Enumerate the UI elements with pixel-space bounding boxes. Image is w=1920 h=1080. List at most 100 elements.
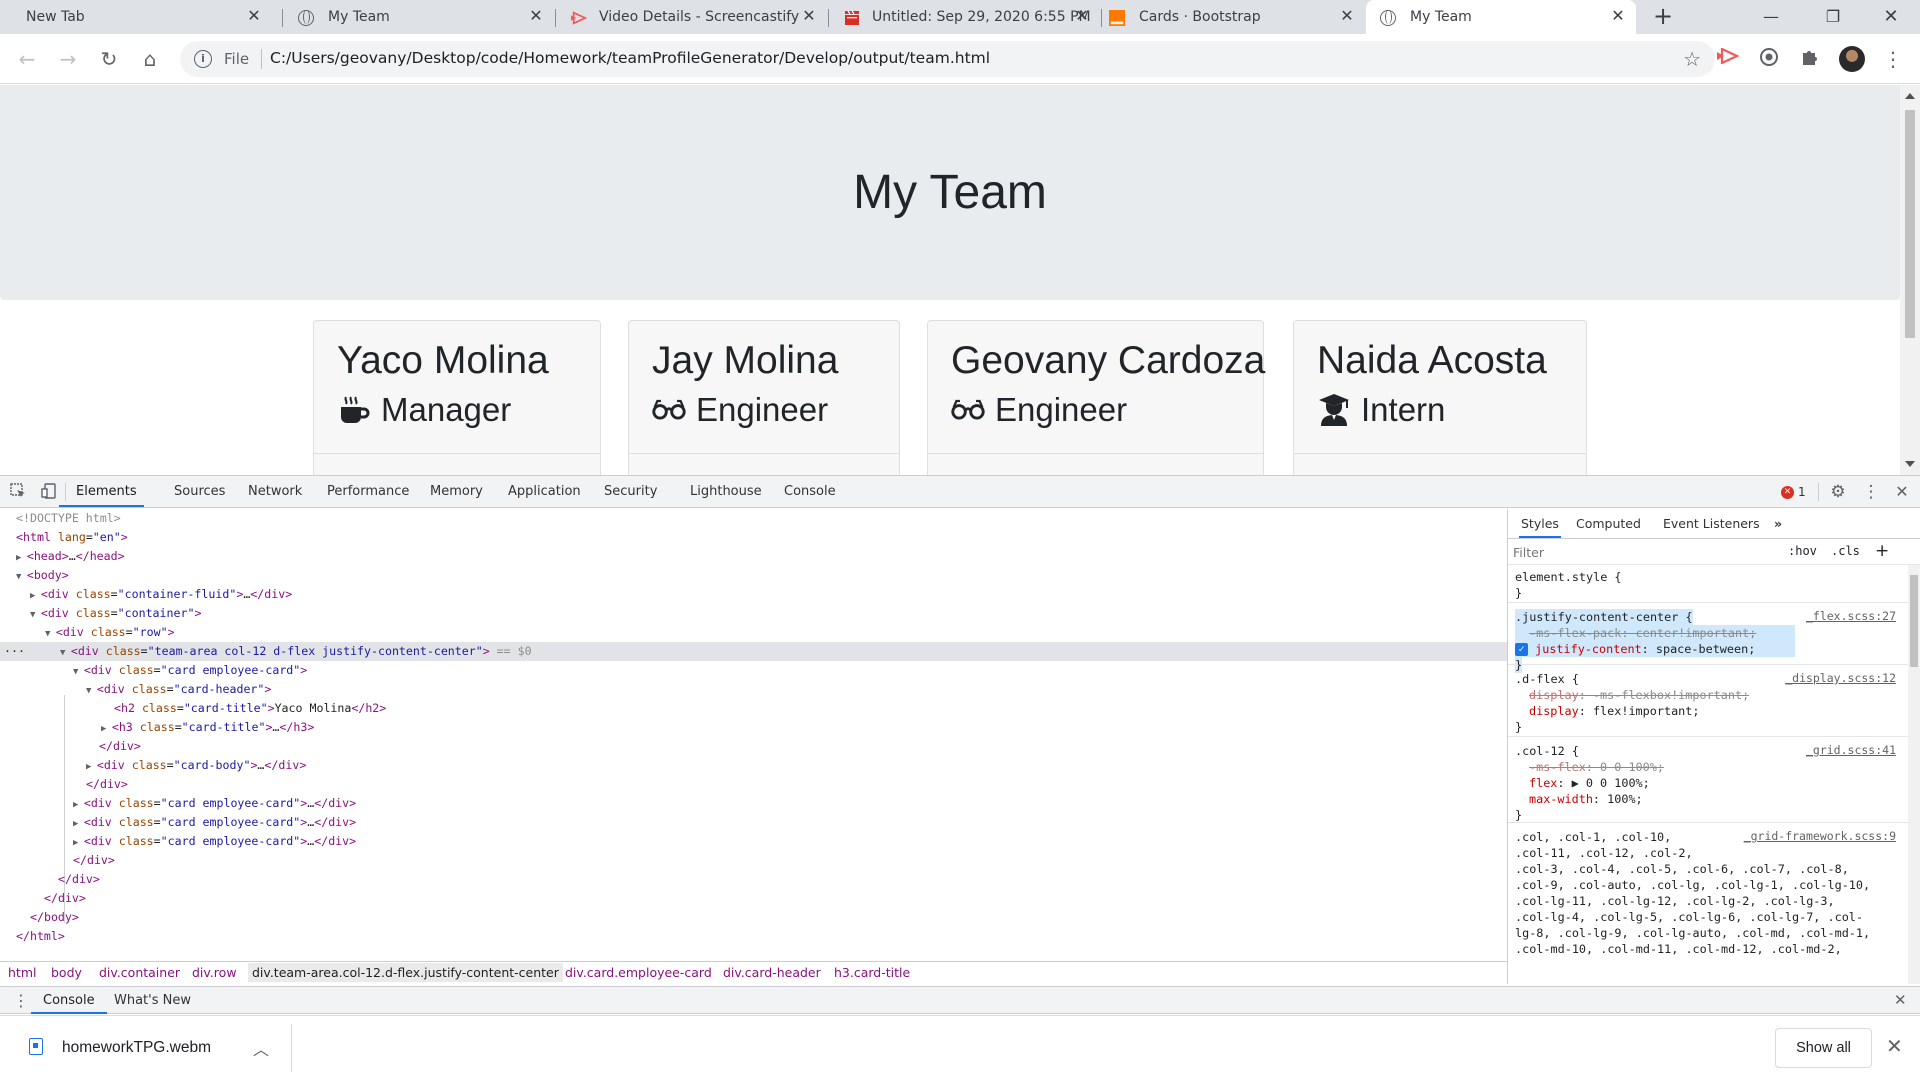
menu-kebab-icon[interactable]: ⋮	[1881, 47, 1905, 71]
chevron-up-icon[interactable]: ︿	[253, 1036, 269, 1060]
declaration-struck[interactable]: -ms-flex-pack: center!important;	[1515, 625, 1795, 641]
hover-state-toggle[interactable]: :hov	[1788, 544, 1817, 558]
styles-filter-input[interactable]	[1513, 543, 1778, 561]
declaration-justify-content[interactable]: ✓ justify-content: space-between;	[1515, 641, 1795, 657]
minimize-button[interactable]: —	[1748, 0, 1794, 34]
tab-video-details[interactable]: Video Details - Screencastify ✕	[557, 0, 827, 34]
back-button[interactable]: ←	[15, 47, 39, 71]
tab-computed[interactable]: Computed	[1576, 509, 1641, 538]
styles-scrollbar[interactable]	[1908, 565, 1920, 984]
breadcrumb-item[interactable]: div.card.employee-card	[565, 965, 712, 980]
dom-line-h2[interactable]: <h2 class="card-title">Yaco Molina</h2>	[114, 699, 1621, 718]
rule-selector-line[interactable]: .col-lg-4, .col-lg-5, .col-lg-6, .col-lg…	[1515, 909, 1863, 925]
tab-performance[interactable]: Performance	[327, 476, 409, 507]
dom-line-close-div[interactable]: </div>	[58, 870, 1565, 889]
dom-line-card-1[interactable]: ▼ <div class="card employee-card">	[73, 661, 1580, 680]
tab-console[interactable]: Console	[784, 476, 836, 507]
rule-selector-line[interactable]: .col, .col-1, .col-10,	[1515, 829, 1671, 845]
scrollbar-thumb[interactable]	[1910, 575, 1918, 667]
tab-new-tab[interactable]: New Tab ✕	[0, 0, 272, 34]
close-icon[interactable]: ✕	[1074, 8, 1090, 24]
dom-line-close-div[interactable]: </div>	[73, 851, 1580, 870]
dom-line-card-body[interactable]: ▶ <div class="card-body">…</div>	[86, 756, 1593, 775]
breadcrumb-item[interactable]: html	[8, 965, 36, 980]
rule-selector-line[interactable]: .col-11, .col-12, .col-2,	[1515, 845, 1693, 861]
breadcrumb-item[interactable]: div.container	[99, 965, 180, 980]
tab-my-team-active[interactable]: My Team ✕	[1366, 0, 1636, 34]
checkbox-checked-icon[interactable]: ✓	[1515, 643, 1528, 656]
tab-styles[interactable]: Styles	[1519, 509, 1561, 538]
maximize-button[interactable]: ❐	[1810, 0, 1856, 34]
tab-sources[interactable]: Sources	[174, 476, 225, 507]
reload-button[interactable]: ↻	[97, 47, 121, 71]
tab-lighthouse[interactable]: Lighthouse	[690, 476, 762, 507]
screencastify-extension-icon[interactable]	[1716, 47, 1740, 71]
declaration-flex[interactable]: flex: ▶ 0 0 100%;	[1529, 775, 1650, 791]
rule-source-link[interactable]: _grid-framework.scss:9	[1744, 829, 1896, 843]
download-shelf-close-icon[interactable]: ✕	[1886, 1034, 1903, 1058]
rule-selector[interactable]: .justify-content-center {	[1515, 609, 1693, 625]
download-filename[interactable]: homeworkTPG.webm	[62, 1039, 211, 1057]
devtools-menu-kebab-icon[interactable]: ⋮	[1862, 483, 1880, 501]
rule-source-link[interactable]: _display.scss:12	[1785, 671, 1896, 685]
info-icon[interactable]: i	[194, 50, 212, 68]
scroll-down-arrow[interactable]	[1905, 461, 1915, 467]
close-icon[interactable]: ✕	[1339, 8, 1355, 24]
close-icon[interactable]: ✕	[528, 8, 544, 24]
dom-line-h3[interactable]: ▶ <h3 class="card-title">…</h3>	[101, 718, 1608, 737]
dom-line-card-3[interactable]: ▶ <div class="card employee-card">…</div…	[73, 813, 1580, 832]
declaration-struck[interactable]: display: -ms-flexbox!important;	[1529, 687, 1749, 703]
dom-line-html[interactable]: <html lang="en">	[16, 528, 1523, 547]
dom-line-head[interactable]: ▶ <head>…</head>	[16, 547, 1523, 566]
dom-line-close-div[interactable]: </div>	[44, 889, 1551, 908]
tab-elements[interactable]: Elements	[59, 476, 144, 507]
drawer-menu-kebab-icon[interactable]: ⋮	[13, 991, 29, 1010]
download-item[interactable]: homeworkTPG.webm ︿	[17, 1024, 292, 1072]
rule-selector-line[interactable]: .col-lg-11, .col-lg-12, .col-lg-2, .col-…	[1515, 893, 1835, 909]
dom-line-close-html[interactable]: </html>	[16, 927, 1523, 946]
show-all-button[interactable]: Show all	[1775, 1028, 1872, 1068]
tab-application[interactable]: Application	[508, 476, 581, 507]
class-toggle[interactable]: .cls	[1831, 544, 1860, 558]
breadcrumb-item[interactable]: div.row	[192, 965, 237, 980]
rule-source-link[interactable]: _grid.scss:41	[1806, 743, 1896, 757]
dom-line-card-4[interactable]: ▶ <div class="card employee-card">…</div…	[73, 832, 1580, 851]
close-icon[interactable]: ✕	[801, 8, 817, 24]
tab-event-listeners[interactable]: Event Listeners	[1663, 509, 1760, 538]
address-bar[interactable]: i File C:/Users/geovany/Desktop/code/Hom…	[180, 41, 1715, 77]
new-tab-button[interactable]: +	[1651, 4, 1675, 29]
breadcrumb-item[interactable]: body	[51, 965, 82, 980]
profile-avatar[interactable]	[1839, 46, 1865, 72]
extensions-puzzle-icon[interactable]	[1798, 47, 1822, 71]
dom-line-close-body[interactable]: </body>	[30, 908, 1537, 927]
dom-line-card-header[interactable]: ▼ <div class="card-header">	[86, 680, 1593, 699]
dom-line-row[interactable]: ▼ <div class="row">	[45, 623, 1552, 642]
inspect-element-icon[interactable]	[9, 483, 27, 501]
dom-line-container-fluid[interactable]: ▶ <div class="container-fluid">…</div>	[30, 585, 1537, 604]
rule-selector[interactable]: .d-flex {	[1515, 671, 1579, 687]
tab-untitled[interactable]: Untitled: Sep 29, 2020 6:55 PM ✕	[830, 0, 1100, 34]
extension-circle-icon[interactable]	[1757, 47, 1781, 71]
declaration-max-width[interactable]: max-width: 100%;	[1529, 791, 1643, 807]
tab-memory[interactable]: Memory	[430, 476, 483, 507]
tab-cards-bootstrap[interactable]: Cards · Bootstrap ✕	[1103, 0, 1365, 34]
tab-network[interactable]: Network	[248, 476, 302, 507]
rule-selector-line[interactable]: .col-3, .col-4, .col-5, .col-6, .col-7, …	[1515, 861, 1849, 877]
declaration-display[interactable]: display: flex!important;	[1529, 703, 1699, 719]
error-count-badge[interactable]: ✕ 1	[1781, 485, 1806, 499]
device-toolbar-icon[interactable]	[40, 483, 58, 501]
more-tabs-chevron-icon[interactable]: »	[1774, 509, 1782, 538]
home-button[interactable]: ⌂	[138, 47, 162, 71]
rule-selector-line[interactable]: .col-md-10, .col-md-11, .col-md-12, .col…	[1515, 941, 1842, 957]
dom-line-doctype[interactable]: <!DOCTYPE html>	[16, 509, 1523, 528]
window-close-button[interactable]: ✕	[1868, 0, 1914, 34]
close-icon[interactable]: ✕	[1610, 8, 1626, 24]
devtools-close-icon[interactable]: ✕	[1893, 483, 1911, 501]
element-style-selector[interactable]: element.style {	[1515, 569, 1622, 585]
dom-line-card-2[interactable]: ▶ <div class="card employee-card">…</div…	[73, 794, 1580, 813]
drawer-tab-whats-new[interactable]: What's New	[114, 987, 191, 1014]
add-rule-icon[interactable]: +	[1875, 541, 1889, 561]
scroll-up-arrow[interactable]	[1905, 93, 1915, 99]
tab-my-team[interactable]: My Team ✕	[284, 0, 554, 34]
url-text[interactable]: C:/Users/geovany/Desktop/code/Homework/t…	[270, 49, 990, 67]
